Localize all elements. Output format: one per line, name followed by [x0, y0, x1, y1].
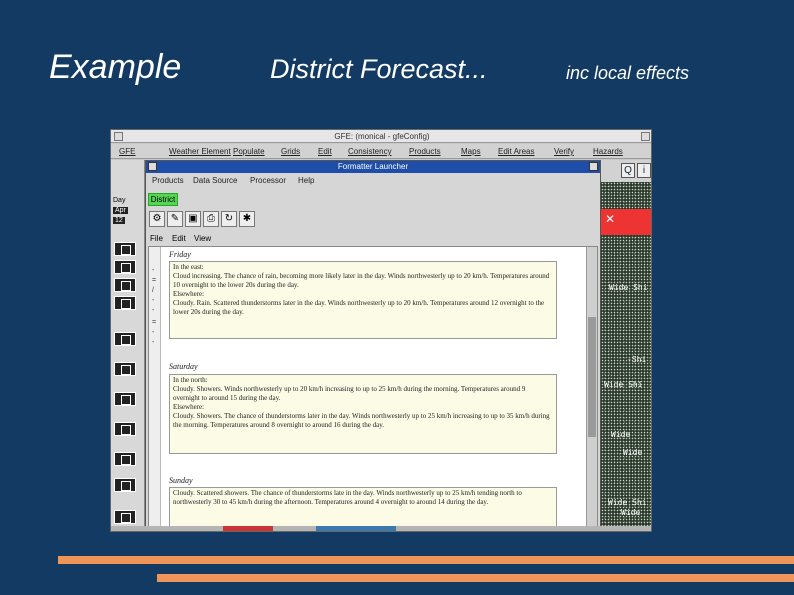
map-label: Wide Shi [608, 498, 647, 507]
scrollbar-thumb[interactable] [588, 317, 596, 437]
grid-toggle-button[interactable] [114, 278, 136, 292]
map-label: Wide [623, 448, 643, 457]
grid-day-label: Day [113, 197, 126, 204]
editor-gutter: - = / - - = -- [149, 247, 161, 531]
map-label: Wide [621, 508, 641, 517]
grid-toggle-button[interactable] [114, 478, 136, 492]
slide-subtitle: inc local effects [566, 63, 690, 83]
menu-maps[interactable]: Maps [461, 147, 481, 156]
formatter-launcher-title-bar: Formatter Launcher [146, 161, 600, 173]
settings-icon[interactable]: ✱ [239, 211, 255, 227]
print-icon[interactable]: ⎙ [203, 211, 219, 227]
save-icon[interactable]: ▣ [185, 211, 201, 227]
map-label: -Shi [627, 355, 647, 364]
grid-toggle-button[interactable] [114, 296, 136, 310]
grid-toggle-button[interactable] [114, 510, 136, 524]
grid-toggle-button[interactable] [114, 422, 136, 436]
grid-date-label: 12 [113, 217, 125, 224]
accent-bar-top [58, 556, 794, 564]
forecast-text-friday[interactable]: In the east: Cloud increasing. The chanc… [169, 261, 557, 339]
edit-icon[interactable]: ✎ [167, 211, 183, 227]
menu-view[interactable]: View [194, 234, 211, 243]
slide-title-example: Example [49, 48, 182, 86]
district-product-tab[interactable]: District [148, 193, 178, 206]
grid-toggle-button[interactable] [114, 392, 136, 406]
zoom-icon[interactable]: Q [621, 163, 635, 178]
gfe-window-title: GFE: (monical - gfeConfig) [334, 132, 430, 141]
menu-help[interactable]: Help [298, 176, 314, 185]
product-editor[interactable]: - = / - - = -- Friday In the east: Cloud inc… [148, 246, 598, 531]
menu-edit-areas[interactable]: Edit Areas [498, 147, 534, 156]
gfe-menu-bar: GFE Weather Element Populate Grids Edit … [111, 144, 651, 159]
menu-verify[interactable]: Verify [554, 147, 574, 156]
map-label: Wide Shi [604, 380, 643, 389]
grid-manager-strip: Day Apr 12 [111, 160, 145, 531]
map-stop-indicator [601, 209, 651, 235]
map-label: Wide Shi [609, 283, 648, 292]
menu-products[interactable]: Products [409, 147, 441, 156]
menu-hazards[interactable]: Hazards [593, 147, 623, 156]
menu-data-source[interactable]: Data Source [193, 176, 237, 185]
grid-toggle-button[interactable] [114, 452, 136, 466]
day-heading-saturday: Saturday [169, 362, 198, 371]
status-bar [111, 526, 651, 531]
menu-products[interactable]: Products [152, 176, 184, 185]
maximize-icon[interactable] [641, 132, 650, 141]
menu-weather-element[interactable]: Weather Element [169, 147, 231, 156]
menu-file[interactable]: File [150, 234, 163, 243]
info-icon[interactable]: i [637, 163, 651, 178]
formatter-launcher-title: Formatter Launcher [337, 162, 409, 171]
grid-month-label: Apr [113, 207, 128, 214]
editor-menu-bar: File Edit View [148, 233, 600, 245]
menu-consistency[interactable]: Consistency [348, 147, 392, 156]
editor-scrollbar[interactable] [586, 247, 597, 531]
status-segment [223, 526, 273, 531]
gfe-title-bar: GFE: (monical - gfeConfig) [111, 130, 651, 143]
gfe-screenshot: GFE: (monical - gfeConfig) GFE Weather E… [110, 129, 652, 532]
menu-gfe[interactable]: GFE [119, 147, 135, 156]
menu-grids[interactable]: Grids [281, 147, 300, 156]
forecast-text-saturday[interactable]: In the north: Cloudy. Showers. Winds nor… [169, 374, 557, 454]
window-menu-icon[interactable] [148, 162, 157, 171]
launcher-menu-bar: Products Data Source Processor Help [146, 173, 600, 187]
refresh-icon[interactable]: ↻ [221, 211, 237, 227]
forecast-text-sunday[interactable]: Cloudy. Scattered showers. The chance of… [169, 487, 557, 527]
run-icon[interactable]: ⚙ [149, 211, 165, 227]
map-label: Wide [611, 430, 631, 439]
formatter-launcher-window: Formatter Launcher Products Data Source … [145, 160, 601, 531]
grid-toggle-button[interactable] [114, 362, 136, 376]
day-heading-friday: Friday [169, 250, 191, 259]
grid-toggle-button[interactable] [114, 260, 136, 274]
day-heading-sunday: Sunday [169, 476, 193, 485]
grid-toggle-button[interactable] [114, 332, 136, 346]
window-menu-icon[interactable] [114, 132, 123, 141]
grid-toggle-button[interactable] [114, 242, 136, 256]
accent-bar-bottom [157, 574, 794, 582]
menu-processor[interactable]: Processor [250, 176, 286, 185]
menu-edit[interactable]: Edit [318, 147, 332, 156]
status-segment [316, 526, 396, 531]
maximize-icon[interactable] [589, 162, 598, 171]
map-toolbar: Q i [601, 160, 651, 182]
menu-populate[interactable]: Populate [233, 147, 265, 156]
menu-edit[interactable]: Edit [172, 234, 186, 243]
slide-title-main: District Forecast... [270, 54, 488, 84]
